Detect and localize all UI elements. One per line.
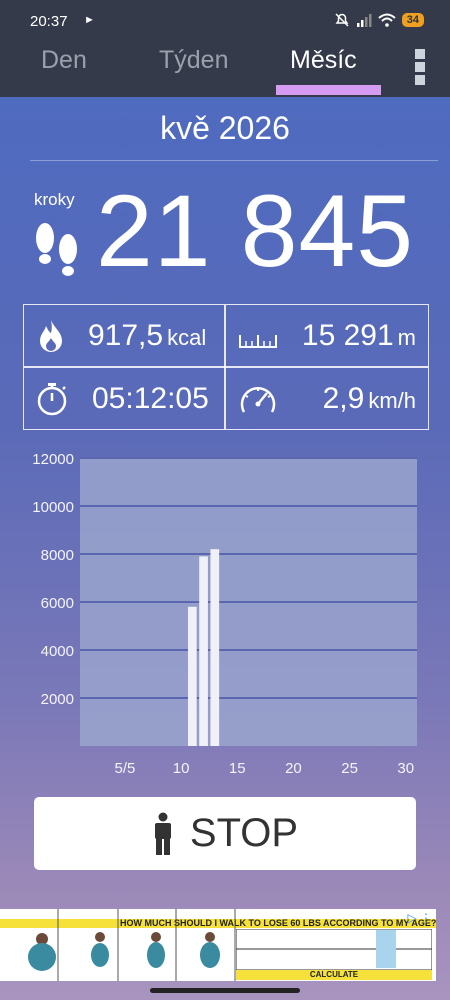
speed-value: 2,9 bbox=[322, 382, 365, 415]
tab-week[interactable]: Týden bbox=[159, 46, 228, 75]
x-tick-label: 15 bbox=[229, 760, 246, 777]
steps-value: 21 845 bbox=[96, 174, 414, 288]
y-tick-label: 8000 bbox=[41, 547, 74, 564]
bar bbox=[210, 549, 220, 746]
person-icon bbox=[154, 812, 171, 855]
stop-button-label: STOP bbox=[189, 811, 299, 855]
calories-cell: 917,5 kcal bbox=[24, 305, 224, 365]
x-tick-label: 30 bbox=[397, 760, 414, 777]
speedometer-icon bbox=[240, 387, 276, 413]
ad-table bbox=[236, 929, 432, 970]
tab-month[interactable]: Měsíc bbox=[290, 46, 357, 75]
y-tick-label: 10000 bbox=[32, 499, 74, 516]
steps-label: kroky bbox=[34, 190, 75, 209]
distance-cell: 15 291 m bbox=[226, 305, 428, 365]
divider bbox=[30, 160, 438, 161]
duration-cell: 05:12:05 bbox=[24, 368, 224, 428]
overflow-menu-icon[interactable] bbox=[413, 49, 427, 88]
duration-value: 05:12:05 bbox=[92, 382, 209, 415]
flame-icon bbox=[40, 320, 62, 352]
x-tick-label: 25 bbox=[341, 760, 358, 777]
media-play-icon: ► bbox=[84, 14, 95, 26]
calories-value: 917,5 bbox=[88, 319, 164, 352]
ad-choices-icon[interactable]: ▷ ⋮ bbox=[407, 911, 432, 925]
steps-chart: 2000 4000 6000 8000 10000 12000 5/5 10 15 20 25 30 bbox=[32, 451, 417, 777]
stopwatch-icon bbox=[37, 383, 67, 416]
ad-banner[interactable]: HOW MUCH SHOULD I WALK TO LOSE 60 LBS AC… bbox=[0, 909, 436, 981]
gesture-bar bbox=[150, 988, 300, 993]
status-bar: 20:37 ► 34 bbox=[0, 0, 450, 42]
y-tick-label: 2000 bbox=[41, 691, 74, 708]
status-icons: 34 bbox=[334, 12, 424, 28]
stats-grid: 917,5 kcal 15 291 m 05:12:05 2,9 km/h bbox=[23, 304, 429, 430]
tab-indicator bbox=[276, 85, 381, 95]
distance-value: 15 291 bbox=[301, 319, 394, 352]
x-tick-label: 5/5 bbox=[115, 760, 136, 777]
bar bbox=[199, 556, 208, 746]
y-tick-label: 12000 bbox=[32, 451, 74, 468]
ad-illustration bbox=[28, 909, 236, 981]
distance-unit: m bbox=[397, 325, 416, 350]
x-tick-label: 10 bbox=[173, 760, 190, 777]
speed-unit: km/h bbox=[368, 388, 416, 413]
signal-icon bbox=[356, 14, 372, 27]
y-tick-label: 6000 bbox=[41, 595, 74, 612]
x-tick-label: 20 bbox=[285, 760, 302, 777]
ruler-icon bbox=[239, 335, 277, 348]
battery-badge: 34 bbox=[401, 13, 424, 27]
y-tick-label: 4000 bbox=[41, 643, 74, 660]
wifi-icon bbox=[378, 13, 396, 27]
footprints-icon bbox=[36, 223, 77, 276]
period-title: kvě 2026 bbox=[160, 110, 290, 146]
speed-cell: 2,9 km/h bbox=[226, 368, 428, 428]
status-time: 20:37 bbox=[30, 13, 68, 30]
mute-icon bbox=[335, 13, 349, 27]
bar bbox=[187, 606, 197, 746]
ad-cta[interactable]: CALCULATE bbox=[236, 970, 432, 980]
stop-button[interactable]: STOP bbox=[34, 797, 416, 870]
tab-day[interactable]: Den bbox=[41, 46, 87, 75]
calories-unit: kcal bbox=[167, 325, 207, 350]
